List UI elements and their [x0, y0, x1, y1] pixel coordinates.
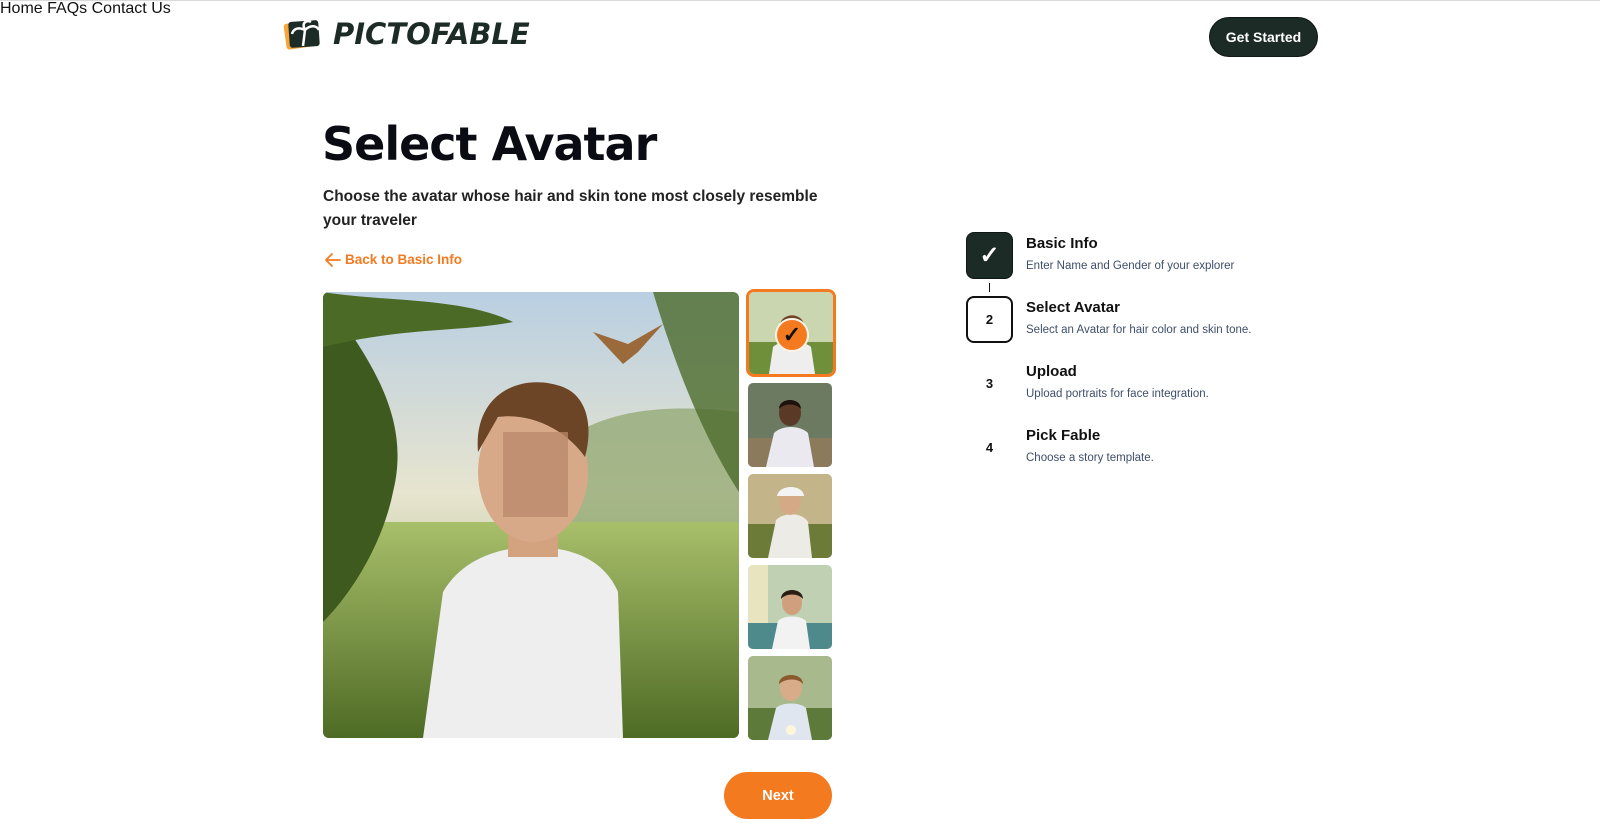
step-description: Upload portraits for face integration.	[1026, 388, 1209, 400]
brand-logo[interactable]: PICTOFABLE	[283, 16, 530, 52]
avatar-thumbnail-4[interactable]	[748, 565, 832, 649]
step-title: Pick Fable	[1026, 427, 1101, 444]
page-title: Select Avatar	[322, 117, 657, 171]
brand-name: PICTOFABLE	[333, 17, 530, 51]
avatar-preview-image	[323, 292, 739, 738]
back-link-label: Back to Basic Info	[345, 252, 463, 267]
step-title: Upload	[1026, 363, 1077, 380]
next-button[interactable]: Next	[724, 772, 832, 819]
step-number: 2	[966, 296, 1013, 343]
step-description: Enter Name and Gender of your explorer	[1026, 260, 1235, 272]
palm-tree-logo-icon	[283, 20, 321, 50]
top-border	[0, 0, 1600, 1]
avatar-thumbnail-3[interactable]	[748, 474, 832, 558]
step-done-check-icon: ✓	[966, 232, 1013, 279]
main-nav: Home FAQs Contact Us	[0, 0, 1600, 18]
step-description: Select an Avatar for hair color and skin…	[1026, 324, 1252, 336]
back-to-basic-info-link[interactable]: Back to Basic Info	[325, 252, 462, 267]
step-title: Basic Info	[1026, 235, 1098, 252]
selected-check-icon: ✓	[775, 318, 809, 352]
step-connector	[989, 283, 990, 292]
step-description: Choose a story template.	[1026, 452, 1154, 464]
avatar-thumbnail-1[interactable]: ✓	[746, 289, 836, 377]
nav-home[interactable]: Home	[0, 0, 43, 17]
step-title: Select Avatar	[1026, 299, 1120, 316]
step-number: 3	[985, 376, 994, 391]
arrow-left-icon	[325, 252, 341, 267]
nav-faqs[interactable]: FAQs	[47, 0, 87, 17]
nav-contact-us[interactable]: Contact Us	[92, 0, 171, 17]
avatar-thumbnail-2[interactable]	[748, 383, 832, 467]
get-started-button[interactable]: Get Started	[1209, 17, 1318, 57]
avatar-thumbnail-5[interactable]	[748, 656, 832, 740]
step-number: 4	[985, 440, 994, 455]
page-subtitle: Choose the avatar whose hair and skin to…	[323, 188, 818, 229]
